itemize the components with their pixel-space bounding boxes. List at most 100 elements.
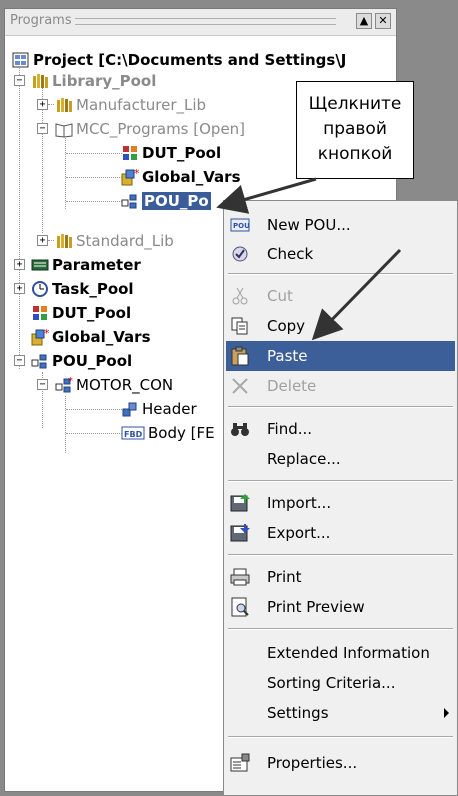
check-icon — [229, 244, 251, 264]
tree-item-standard-lib[interactable]: Standard_Lib — [55, 230, 174, 252]
menu-item-check[interactable]: Check — [226, 239, 455, 269]
svg-text:*: * — [68, 376, 73, 387]
tree-label: Parameter — [52, 256, 141, 274]
tree-item-global-vars-lib[interactable]: * Global_Vars — [121, 166, 241, 188]
clock-icon — [31, 280, 49, 298]
collapse-toggle[interactable]: − — [37, 379, 48, 390]
pou-pool-icon — [121, 192, 139, 210]
menu-item-label: Find... — [267, 420, 313, 438]
menu-separator — [228, 406, 453, 408]
tree-item-pou-pool-lib[interactable]: POU_Po — [121, 190, 211, 212]
expand-toggle[interactable]: + — [37, 99, 48, 110]
close-button[interactable]: ✕ — [375, 13, 391, 29]
menu-item-label: Cut — [267, 287, 293, 305]
scissors-icon — [229, 286, 251, 306]
menu-item-replace[interactable]: Replace... — [226, 444, 455, 474]
dut-icon — [121, 144, 139, 162]
tree-item-mcc-programs[interactable]: MCC_Programs [Open] — [55, 118, 245, 140]
expand-toggle[interactable]: + — [14, 283, 25, 294]
menu-item-label: Replace... — [267, 450, 341, 468]
svg-text:POU: POU — [233, 222, 250, 230]
callout-line: Щелкните — [308, 94, 402, 114]
menu-separator — [228, 736, 453, 738]
tree-item-library-pool[interactable]: Library_Pool — [31, 70, 156, 92]
expand-toggle[interactable]: + — [14, 259, 25, 270]
menu-item-find[interactable]: Find... — [226, 414, 455, 444]
collapse-toggle[interactable]: − — [14, 75, 25, 86]
tree-item-header[interactable]: Header — [121, 398, 197, 420]
menu-item-paste[interactable]: Paste — [226, 341, 455, 371]
menu-item-label: Delete — [267, 377, 317, 395]
tree-item-motor-con[interactable]: * MOTOR_CON — [55, 374, 173, 396]
panel-titlebar[interactable]: Programs ▲ ✕ — [5, 9, 396, 36]
tree-item-parameter[interactable]: Parameter — [31, 254, 141, 276]
svg-text:*: * — [134, 168, 139, 180]
menu-item-cut[interactable]: Cut — [226, 281, 455, 311]
menu-separator — [228, 554, 453, 556]
tree-item-manufacturer-lib[interactable]: Manufacturer_Lib — [55, 94, 206, 116]
properties-icon — [229, 753, 251, 773]
collapse-toggle[interactable]: − — [14, 355, 25, 366]
annotation-callout: Щелкните правой кнопкой — [296, 81, 414, 179]
menu-item-label: Properties... — [267, 754, 358, 772]
menu-separator — [228, 480, 453, 482]
menu-item-new-pou[interactable]: POU New POU... — [226, 210, 455, 240]
import-icon — [229, 493, 251, 513]
menu-item-settings[interactable]: Settings — [226, 698, 455, 728]
binoculars-icon — [229, 419, 251, 439]
tree-item-dut-pool[interactable]: DUT_Pool — [31, 302, 131, 324]
print-preview-icon — [229, 597, 251, 617]
parameter-icon — [31, 256, 49, 274]
submenu-arrow-icon — [444, 708, 449, 718]
menu-item-print[interactable]: Print — [226, 562, 455, 592]
open-book-icon — [55, 120, 73, 138]
tree-label: DUT_Pool — [142, 144, 222, 162]
menu-item-label: Print Preview — [267, 598, 365, 616]
menu-item-label: Paste — [267, 347, 308, 365]
library-icon — [55, 96, 73, 114]
context-menu[interactable]: POU New POU... Check Cut Copy Paste Dele… — [223, 200, 458, 796]
titlebar-grip — [75, 18, 336, 25]
new-pou-icon: POU — [229, 215, 251, 235]
menu-item-export[interactable]: Export... — [226, 518, 455, 548]
tree-label: Task_Pool — [52, 280, 134, 298]
menu-item-properties[interactable]: Properties... — [226, 748, 455, 778]
menu-item-label: Print — [267, 568, 302, 586]
panel-title: Programs — [10, 13, 72, 28]
tree-label: POU_Pool — [52, 352, 133, 370]
menu-item-print-preview[interactable]: Print Preview — [226, 592, 455, 622]
svg-text:*: * — [44, 328, 49, 340]
tree-label: Header — [142, 400, 197, 418]
global-vars-icon: * — [121, 167, 140, 186]
collapse-toggle[interactable]: − — [37, 123, 48, 134]
tree-label: Global_Vars — [52, 328, 151, 346]
library-icon — [31, 72, 49, 90]
tree-item-global-vars[interactable]: * Global_Vars — [31, 326, 151, 348]
tree-item-body[interactable]: FBD Body [FE — [121, 422, 215, 444]
project-icon — [12, 51, 30, 69]
expand-toggle[interactable]: + — [37, 235, 48, 246]
menu-item-label: Check — [267, 245, 314, 263]
menu-item-label: Extended Information — [267, 644, 430, 662]
menu-item-copy[interactable]: Copy — [226, 311, 455, 341]
tree-item-pou-pool[interactable]: POU_Pool — [31, 350, 132, 372]
menu-item-label: Settings — [267, 704, 329, 722]
menu-item-extended-information[interactable]: Extended Information — [226, 638, 455, 668]
tree-label: MCC_Programs [Open] — [76, 120, 246, 138]
menu-item-label: New POU... — [267, 216, 351, 234]
tree-item-dut-pool-lib[interactable]: DUT_Pool — [121, 142, 221, 164]
menu-item-label: Copy — [267, 317, 306, 335]
dock-arrow-button[interactable]: ▲ — [356, 13, 372, 29]
menu-item-delete[interactable]: Delete — [226, 371, 455, 401]
menu-separator — [228, 628, 453, 630]
menu-item-label: Import... — [267, 494, 332, 512]
tree-item-task-pool[interactable]: Task_Pool — [31, 278, 134, 300]
tree-item-project[interactable]: Project [C:\Documents and Settings\J — [12, 49, 346, 71]
library-icon — [55, 232, 73, 250]
tree-label: Manufacturer_Lib — [76, 96, 207, 114]
paste-icon — [229, 346, 251, 366]
menu-item-import[interactable]: Import... — [226, 488, 455, 518]
menu-item-label: Export... — [267, 524, 331, 542]
menu-item-sorting-criteria[interactable]: Sorting Criteria... — [226, 668, 455, 698]
svg-text:FBD: FBD — [124, 430, 143, 439]
